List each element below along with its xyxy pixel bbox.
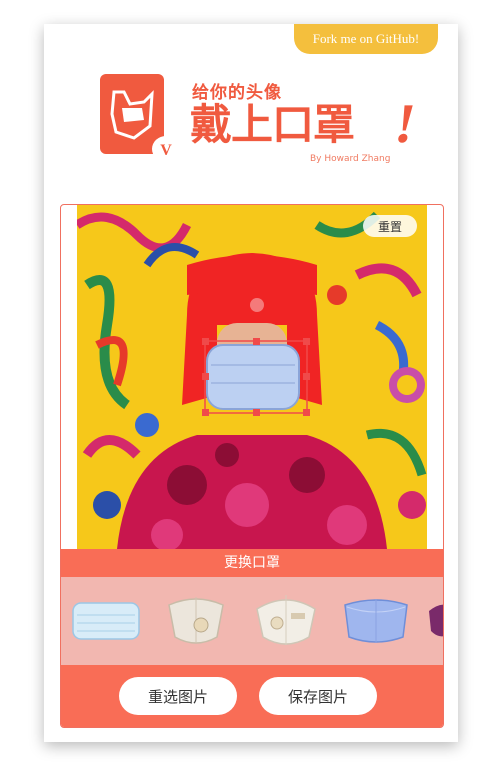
logo-author: By Howard Zhang [310,154,391,164]
mask-option-surgical[interactable] [71,591,141,651]
mask-option-partial[interactable] [427,591,443,651]
reselect-image-button[interactable]: 重选图片 [119,677,237,715]
logo-badge: V [152,136,180,162]
app-frame: Fork me on GitHub! V 给你的头像 戴上口罩 ! By How… [44,24,458,742]
mask-option-valve-white[interactable] [161,591,231,651]
editor-card: 重置 更换口罩 重选图片 保存图片 [60,204,444,728]
mask-picker[interactable] [61,577,443,665]
mask-option-blue-kn95[interactable] [341,591,411,651]
reset-button[interactable]: 重置 [363,215,417,237]
action-bar: 重选图片 保存图片 [61,665,443,727]
logo-title: 戴上口罩 [190,100,355,149]
logo-exclaim: ! [390,93,421,155]
app-logo: V 给你的头像 戴上口罩 ! By Howard Zhang [100,74,420,186]
change-mask-bar: 更换口罩 [61,549,443,577]
save-image-button[interactable]: 保存图片 [259,677,377,715]
fork-github-ribbon[interactable]: Fork me on GitHub! [294,24,438,54]
avatar-photo[interactable]: 重置 [77,205,427,549]
mask-option-n95[interactable] [251,591,321,651]
